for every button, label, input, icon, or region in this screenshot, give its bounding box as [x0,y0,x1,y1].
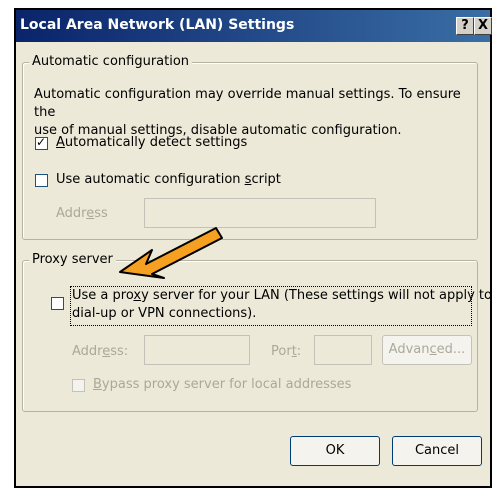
proxy-address-input[interactable] [144,335,250,365]
bypass-local-label-mnemonic: B [93,377,102,392]
use-proxy-label-prefix: Use a pro [72,288,134,303]
description-line-1: Automatic configuration may override man… [34,87,461,120]
use-script-label-prefix: Use automatic configuration [56,172,245,187]
use-proxy-checkbox[interactable] [51,297,64,310]
close-button[interactable]: X [474,17,492,35]
advanced-button[interactable]: Advanced... [382,335,472,365]
script-address-label-rest: ss [94,206,108,221]
bypass-local-checkbox[interactable] [72,379,85,392]
advanced-label-mnemonic: c [429,342,437,357]
use-proxy-label-mnemonic: x [133,288,142,303]
use-script-label-rest: cript [251,172,281,187]
detect-settings-checkbox[interactable] [35,135,48,150]
window-title: Local Area Network (LAN) Settings [20,17,295,33]
advanced-label-rest: ed... [436,342,466,357]
proxy-server-legend: Proxy server [29,252,116,267]
advanced-label-prefix: Advan [388,342,430,357]
use-script-label[interactable]: Use automatic configuration script [56,172,281,187]
automatic-configuration-description: Automatic configuration may override man… [34,86,474,140]
proxy-port-label-prefix: Por [271,344,292,359]
proxy-address-label: Address: [72,344,128,359]
detect-settings-label[interactable]: Automatically detect settings [56,135,247,150]
detect-settings-label-rest: utomatically detect settings [64,135,248,150]
proxy-port-label: Port: [271,344,301,359]
annotation-arrow-shape [119,227,223,279]
automatic-configuration-legend: Automatic configuration [29,54,193,69]
cancel-button[interactable]: Cancel [392,436,482,466]
proxy-address-label-rest: ss: [110,344,129,359]
bypass-local-label[interactable]: Bypass proxy server for local addresses [93,377,351,392]
annotation-arrow-icon [119,227,223,279]
use-proxy-label-rest: y server for your LAN (These settings wi… [141,288,492,303]
use-proxy-label-line-2: dial-up or VPN connections). [72,306,257,321]
bypass-local-label-rest: ypass proxy server for local addresses [101,377,352,392]
script-address-label-prefix: Addr [56,206,87,221]
proxy-port-label-rest: : [296,344,302,359]
use-proxy-label-line-1: Use a proxy server for your LAN (These s… [72,287,492,305]
title-bar[interactable]: Local Area Network (LAN) Settings ? X [16,10,492,42]
help-button[interactable]: ? [456,17,474,35]
ok-button[interactable]: OK [290,436,380,466]
use-proxy-label[interactable]: Use a proxy server for your LAN (These s… [72,287,492,323]
detect-settings-label-mnemonic: A [56,135,65,150]
proxy-port-input[interactable] [314,335,372,365]
proxy-address-label-prefix: Addr [72,344,103,359]
use-script-checkbox[interactable] [35,174,48,187]
script-address-label: Address [56,206,108,221]
